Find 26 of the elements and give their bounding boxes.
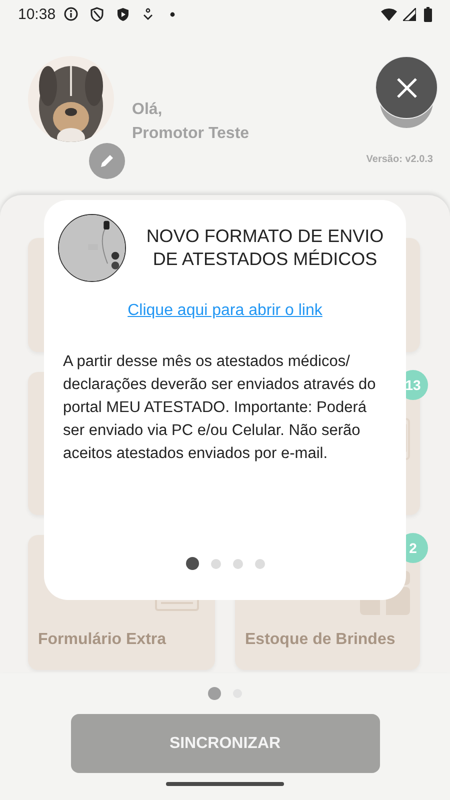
- info-icon: [64, 7, 78, 21]
- battery-icon: [424, 6, 432, 22]
- version-text: Versão: v2.0.3: [366, 154, 433, 165]
- page-dot[interactable]: [208, 686, 221, 700]
- page-dot[interactable]: [254, 558, 264, 568]
- shield-play-icon: [116, 6, 130, 22]
- sync-button[interactable]: SINCRONIZAR: [70, 714, 380, 773]
- dot-icon: [170, 12, 175, 16]
- signal-icon: [403, 8, 416, 20]
- dialog-message: A partir desse mês os atestados médicos/ declarações deverão ser enviados através do portal MEU ATESTADO. Importante: Poderá ser enviado via PC e/ou Celular. Não serão aceitos atestados enviados por e-mail.: [63, 352, 376, 464]
- open-link[interactable]: Clique aqui para abrir o link: [128, 302, 322, 320]
- dialog-title: NOVO FORMATO DE ENVIO DE ATESTADOS MÉDICOS: [145, 225, 385, 271]
- card-label: Formulário Extra: [38, 631, 166, 649]
- wifi-icon: [381, 8, 397, 20]
- card-label: Estoque de Brindes: [245, 631, 396, 649]
- page-dot[interactable]: [232, 558, 242, 568]
- pencil-icon: [99, 153, 115, 169]
- shield-icon: [90, 6, 104, 22]
- edit-avatar-button[interactable]: [89, 143, 125, 179]
- user-name: Promotor Teste: [132, 125, 250, 143]
- download-icon: [142, 8, 154, 20]
- status-time: 10:38: [18, 6, 56, 22]
- page-dot[interactable]: [186, 557, 198, 570]
- page-dot[interactable]: [210, 558, 220, 568]
- close-icon: [396, 76, 418, 98]
- greeting-text: Olá,: [132, 101, 164, 119]
